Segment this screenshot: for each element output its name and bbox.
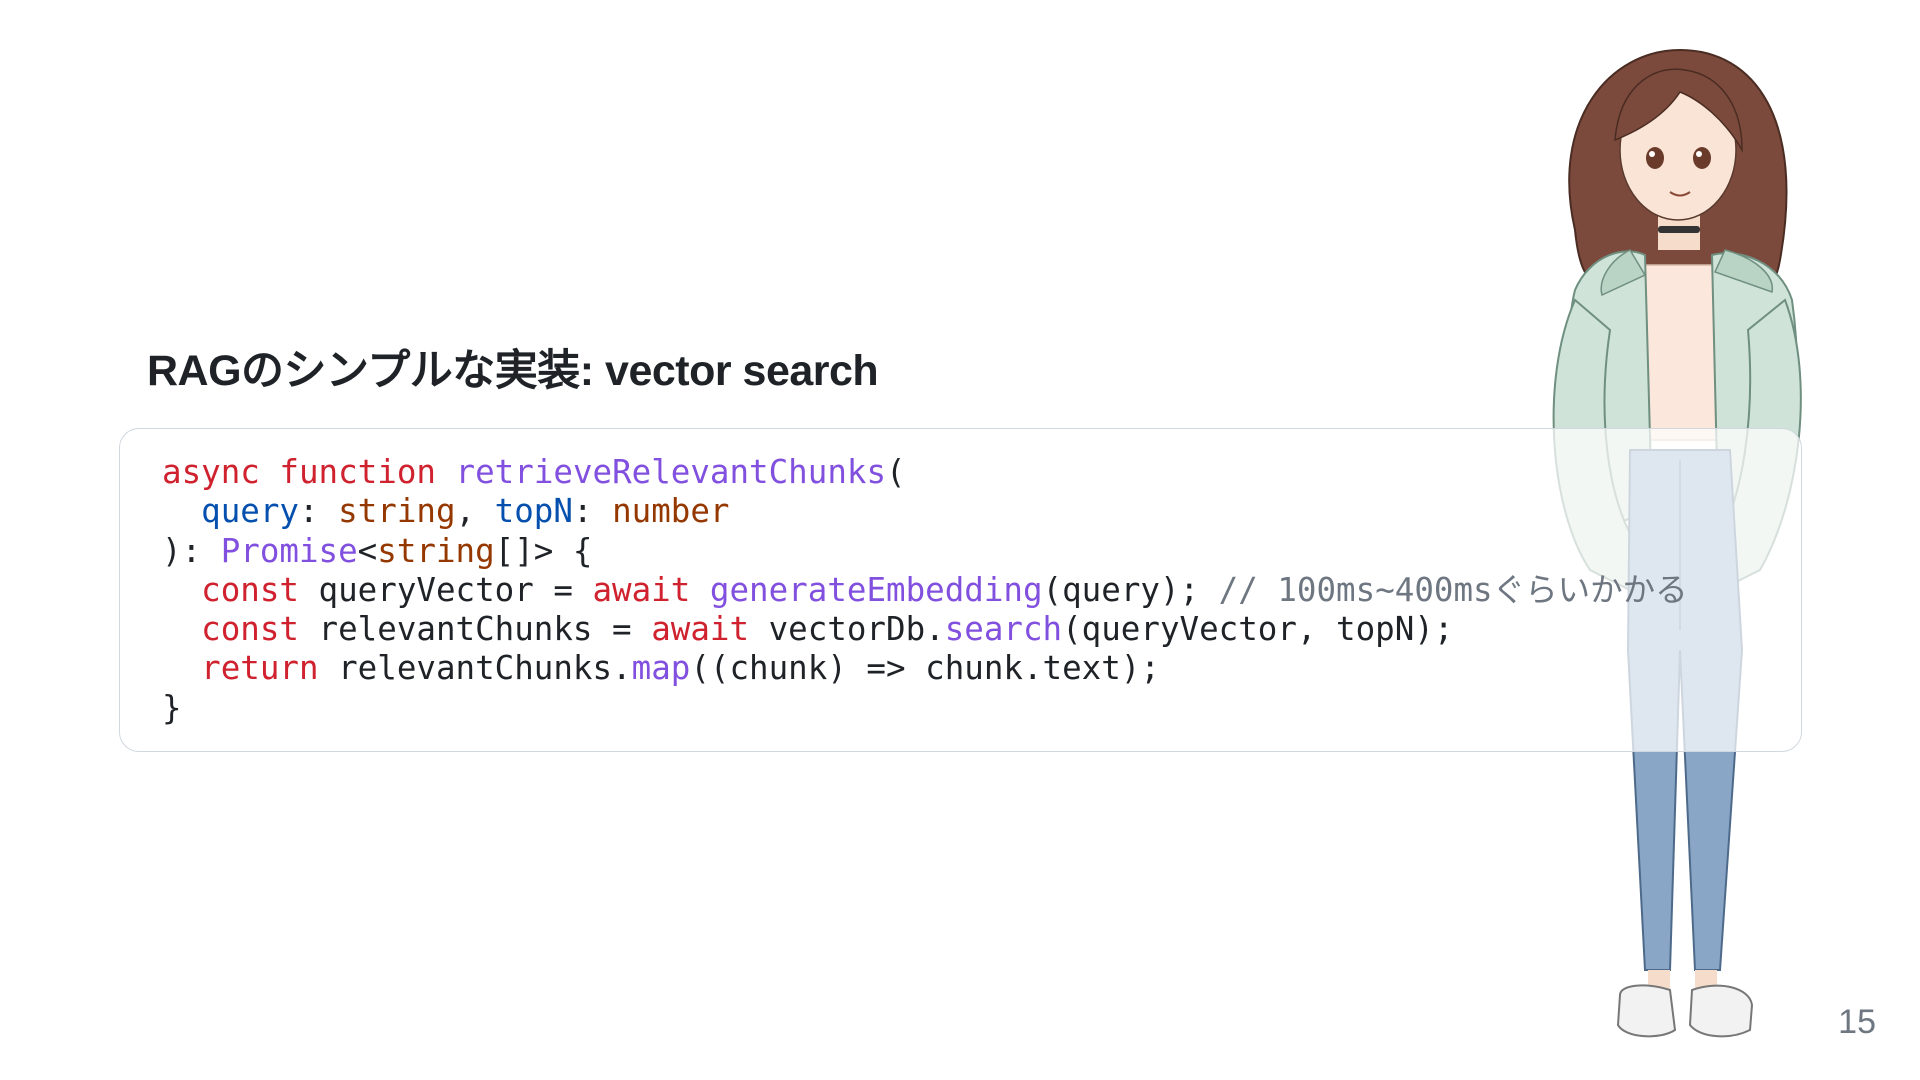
- text-token: ,: [455, 492, 495, 531]
- code-block: async function retrieveRelevantChunks( q…: [119, 428, 1802, 752]
- text-token: relevantChunks =: [298, 610, 652, 649]
- function-token: search: [944, 610, 1063, 649]
- text-token: []> {: [494, 531, 593, 570]
- page-number: 15: [1838, 1003, 1876, 1041]
- function-token: retrieveRelevantChunks: [455, 453, 887, 491]
- keyword-token: const: [201, 570, 299, 609]
- text-token: (: [886, 453, 906, 491]
- function-token: map: [631, 649, 691, 688]
- code-line: const relevantChunks = await vectorDb.se…: [162, 610, 1688, 649]
- slide: RAGのシンプルな実装: vector search async functio…: [0, 0, 1920, 1080]
- function-token: Promise: [220, 531, 358, 570]
- text-token: relevantChunks.: [318, 649, 632, 688]
- type-token: string: [338, 492, 456, 531]
- code-line: async function retrieveRelevantChunks(: [162, 453, 1688, 492]
- type-token: number: [612, 492, 730, 531]
- parameter-token: topN: [494, 492, 573, 531]
- code-lines: async function retrieveRelevantChunks( q…: [162, 453, 1688, 728]
- parameter-token: query: [201, 492, 299, 531]
- type-token: string: [377, 531, 495, 570]
- code-line: query: string, topN: number: [162, 492, 1688, 531]
- text-token: <: [357, 531, 378, 570]
- text-token: }: [162, 688, 182, 727]
- comment-token: // 100ms~400msぐらいかかる: [1218, 570, 1688, 609]
- slide-title: RAGのシンプルな実装: vector search: [147, 347, 879, 395]
- text-token: ((chunk) => chunk.text);: [690, 649, 1160, 688]
- code-line: return relevantChunks.map((chunk) => chu…: [162, 649, 1688, 688]
- text-token: (queryVector, topN);: [1062, 610, 1454, 649]
- keyword-token: function: [279, 453, 436, 491]
- text-token: ):: [162, 531, 221, 570]
- text-token: vectorDb.: [749, 610, 945, 649]
- code-content: async function retrieveRelevantChunks( q…: [162, 453, 1688, 728]
- code-line: const queryVector = await generateEmbedd…: [162, 570, 1688, 610]
- keyword-token: const: [201, 610, 299, 649]
- text-token: (query);: [1042, 570, 1219, 609]
- keyword-token: async: [162, 453, 260, 491]
- text-token: :: [298, 492, 339, 531]
- function-token: generateEmbedding: [709, 570, 1043, 609]
- keyword-token: await: [592, 570, 691, 609]
- code-line: ): Promise<string[]> {: [162, 532, 1688, 571]
- text-token: queryVector =: [298, 570, 593, 609]
- text-token: :: [572, 492, 613, 531]
- keyword-token: return: [201, 649, 319, 688]
- keyword-token: await: [651, 610, 750, 649]
- code-line: }: [162, 689, 1688, 728]
